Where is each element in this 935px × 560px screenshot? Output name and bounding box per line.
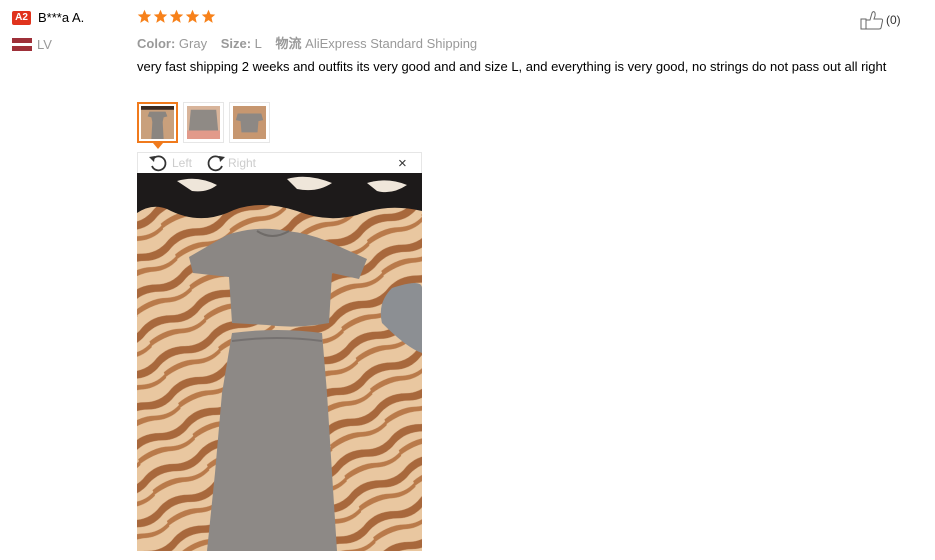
- reviewer-name: B***a A.: [38, 10, 85, 25]
- review-text: very fast shipping 2 weeks and outfits i…: [137, 59, 887, 74]
- star-icon: [201, 9, 216, 23]
- review-photo-thumbnail[interactable]: [183, 102, 224, 143]
- rotate-left-icon: [149, 155, 167, 172]
- review-photo-thumbnails: [137, 102, 270, 143]
- photo-viewer-toolbar: Left Right ×: [137, 152, 422, 173]
- buyer-level-badge: A2: [12, 11, 31, 25]
- helpful-button[interactable]: (0): [860, 10, 901, 30]
- color-value: Gray: [178, 36, 208, 51]
- shipping-value: AliExpress Standard Shipping: [305, 36, 478, 51]
- thumbs-up-icon: [860, 11, 884, 30]
- review-photo-large: [137, 173, 422, 551]
- order-info: Color: Gray Size: L 物流 AliExpress Standa…: [137, 33, 487, 52]
- color-key: Color:: [137, 36, 176, 51]
- outfit-photo-thumbnail-image: [233, 106, 266, 139]
- rotate-right-button[interactable]: Right: [204, 153, 256, 173]
- review-photo-thumbnail[interactable]: [137, 102, 178, 143]
- reviewer-country: LV: [37, 37, 52, 52]
- star-icon: [137, 9, 152, 23]
- country-flag-icon: [12, 38, 32, 51]
- star-icon: [185, 9, 200, 23]
- size-key: Size:: [220, 36, 252, 51]
- size-value: L: [254, 36, 262, 51]
- rotate-left-button[interactable]: Left: [148, 153, 192, 173]
- helpful-count: (0): [886, 13, 901, 27]
- outfit-photo-image: [137, 173, 422, 551]
- rotate-right-icon: [207, 155, 225, 172]
- shipping-key: 物流: [275, 36, 302, 51]
- outfit-photo-thumbnail-image: [141, 106, 174, 139]
- star-icon: [169, 9, 184, 23]
- rating-stars: [137, 9, 216, 24]
- review-photo-thumbnail[interactable]: [229, 102, 270, 143]
- rotate-right-label: Right: [228, 156, 257, 170]
- star-icon: [153, 9, 168, 23]
- close-icon[interactable]: ×: [398, 156, 407, 171]
- outfit-photo-thumbnail-image: [187, 106, 220, 139]
- rotate-left-label: Left: [172, 156, 193, 170]
- active-thumbnail-caret: [153, 143, 163, 149]
